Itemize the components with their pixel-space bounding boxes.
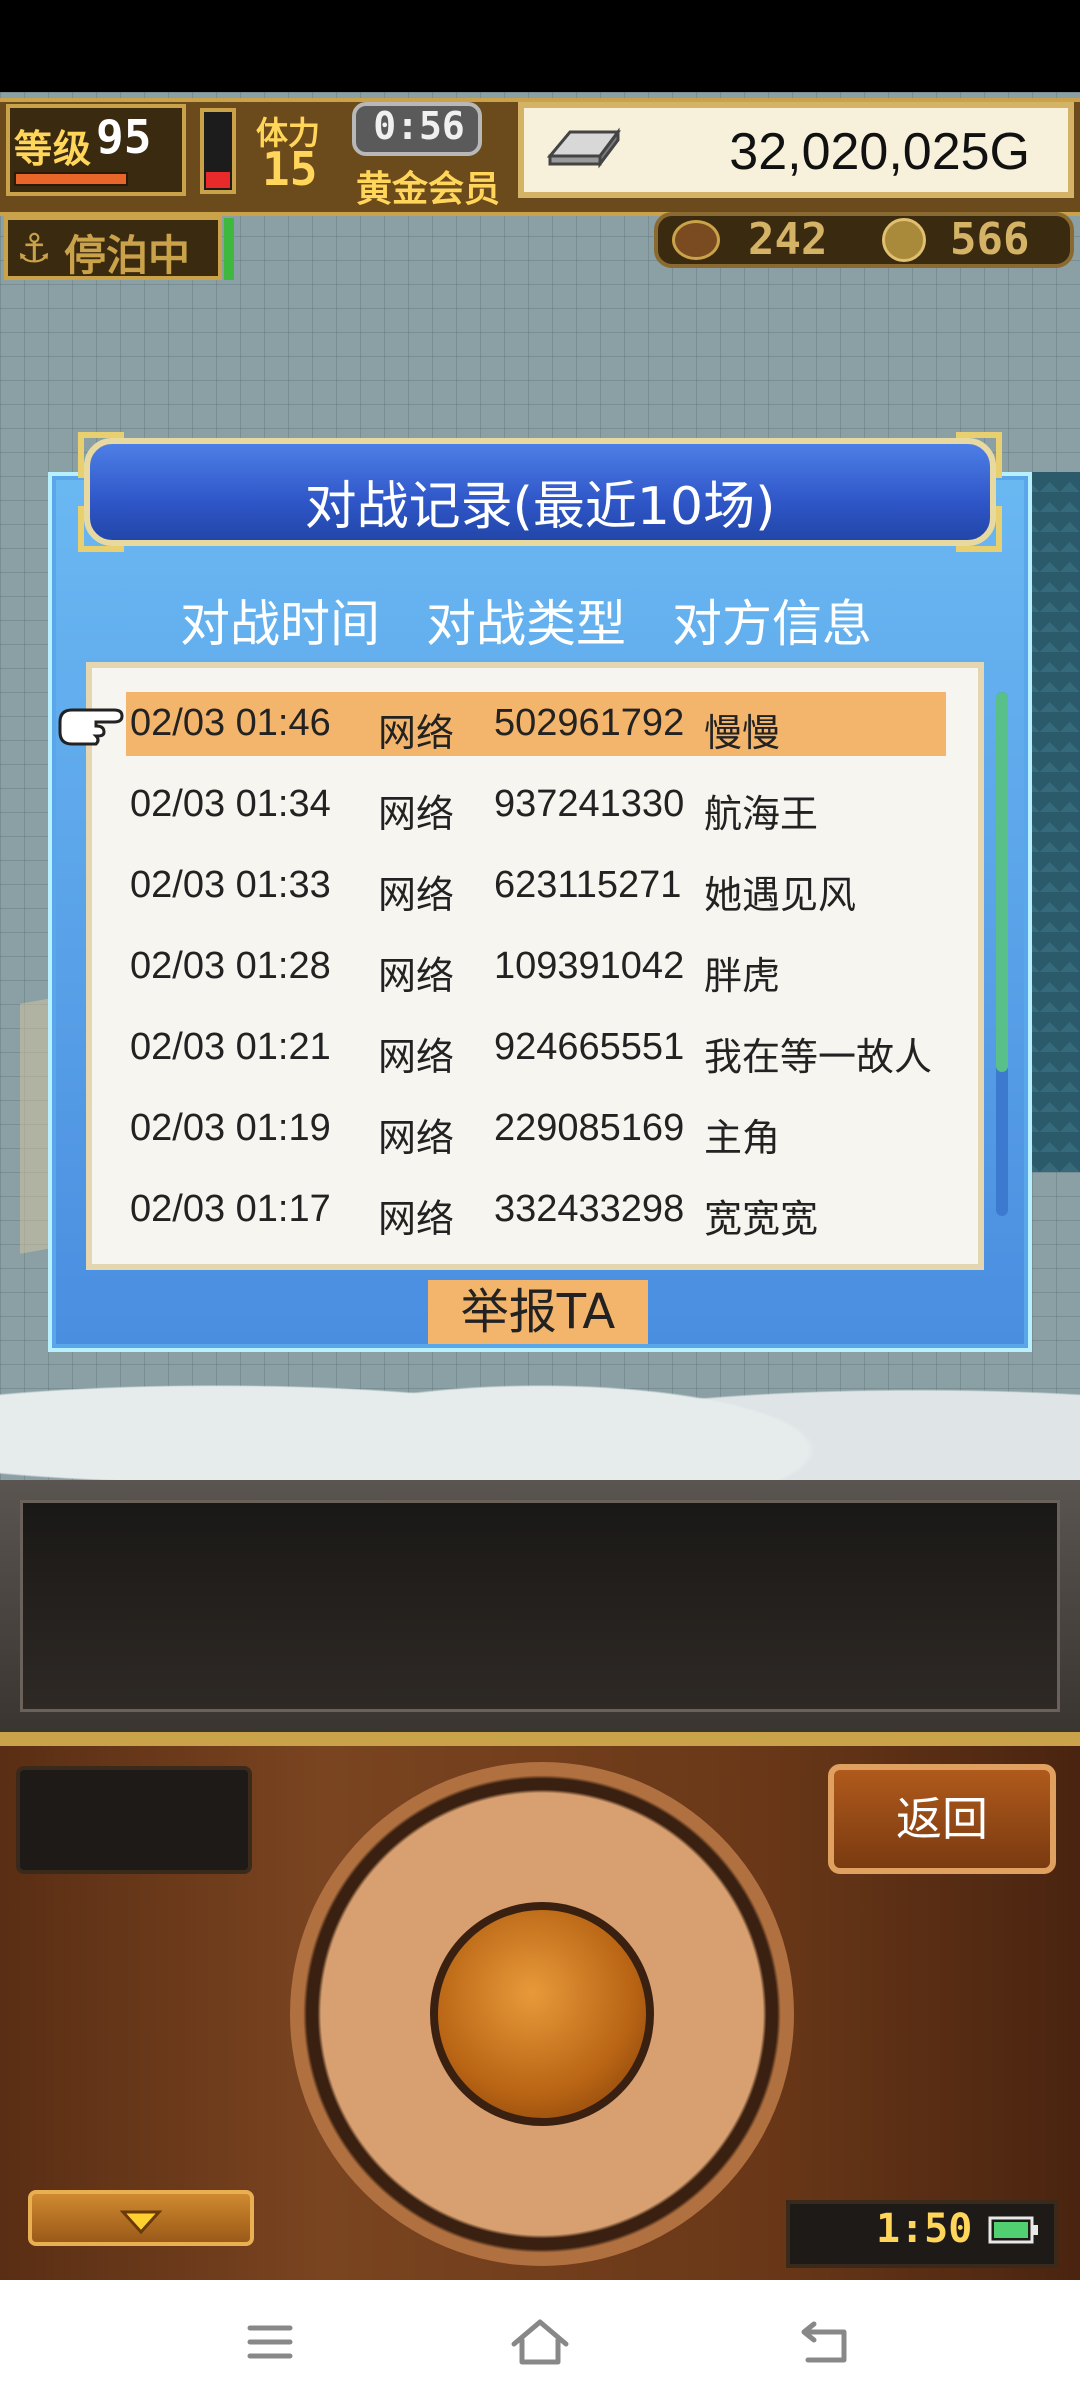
menu-toggle-button[interactable] (28, 2190, 254, 2246)
controller-border (0, 1732, 1080, 1746)
record-opponent-name: 宽宽宽 (704, 1199, 819, 1241)
level-value: 95 (96, 110, 152, 164)
stamina-fill (206, 172, 230, 188)
clock-value: 1:50 (876, 2206, 973, 2252)
record-opponent-id: 229085169 (494, 1107, 685, 1149)
record-opponent-name: 慢慢 (704, 713, 781, 755)
record-row[interactable]: 02/03 01:19 网络 229085169 主角 (126, 1097, 946, 1161)
record-time: 02/03 01:21 (130, 1026, 331, 1068)
mooring-label: 停泊中 (64, 231, 191, 280)
pointing-hand-icon (58, 708, 124, 746)
record-time: 02/03 01:28 (130, 945, 331, 987)
stamina-value: 15 (262, 142, 318, 196)
record-type: 网络 (378, 1037, 455, 1079)
record-type: 网络 (378, 794, 455, 836)
gold-amount: 32,020,025G (729, 123, 1030, 181)
record-opponent-id: 623115271 (494, 864, 682, 906)
timer-value: 0:56 (373, 104, 465, 148)
resource2-value: 566 (950, 214, 1030, 265)
silver-ingot-icon (546, 127, 621, 169)
anchor-icon: ⚓ (16, 226, 52, 272)
experience-bar (14, 172, 128, 186)
record-time: 02/03 01:19 (130, 1107, 331, 1149)
scrollbar-thumb[interactable] (996, 692, 1008, 1072)
status-indicator (224, 218, 234, 280)
record-row[interactable]: 02/03 01:21 网络 924665551 我在等一故人 (126, 1016, 946, 1080)
record-opponent-id: 502961792 (494, 702, 685, 744)
record-row[interactable]: 02/03 01:34 网络 937241330 航海王 (126, 773, 946, 837)
record-time: 02/03 01:17 (130, 1188, 331, 1230)
dpad-up-button[interactable] (482, 1790, 602, 1890)
arrow-down-icon (119, 2210, 163, 2235)
record-opponent-name: 航海王 (704, 794, 819, 836)
battery-icon (988, 2216, 1038, 2244)
column-header-opponent: 对方信息 (672, 595, 872, 653)
record-opponent-name: 主角 (704, 1118, 781, 1160)
record-opponent-id: 109391042 (494, 945, 685, 987)
record-opponent-id: 937241330 (494, 783, 685, 825)
dialog-title: 对战记录(最近10场) (304, 477, 776, 537)
resource1-value: 242 (748, 214, 828, 265)
record-time: 02/03 01:33 (130, 864, 331, 906)
record-opponent-id: 332433298 (494, 1188, 685, 1230)
back-button[interactable]: 返回 (828, 1764, 1056, 1874)
record-type: 网络 (378, 1199, 455, 1241)
menu-icon[interactable] (230, 2310, 310, 2374)
mini-screen (16, 1766, 252, 1874)
record-type: 网络 (378, 956, 455, 998)
record-type: 网络 (378, 1118, 455, 1160)
level-label: 等级 (14, 127, 93, 171)
coin-icon (882, 218, 926, 262)
confirm-button[interactable] (430, 1902, 654, 2126)
record-row[interactable]: 02/03 01:33 网络 623115271 她遇见风 (126, 854, 946, 918)
membership-badge: 黄金会员 (356, 169, 501, 210)
record-opponent-name: 胖虎 (704, 956, 781, 998)
report-button[interactable]: 举报TA (428, 1280, 648, 1344)
message-area (20, 1500, 1060, 1712)
home-icon[interactable] (500, 2310, 580, 2374)
dpad-right-button[interactable] (666, 1954, 766, 2074)
column-header-type: 对战类型 (426, 595, 626, 653)
record-opponent-name: 我在等一故人 (704, 1037, 933, 1079)
record-row[interactable]: 02/03 01:46 网络 502961792 慢慢 (126, 692, 946, 756)
dpad-down-button[interactable] (482, 2140, 602, 2240)
record-type: 网络 (378, 875, 455, 917)
back-icon[interactable] (786, 2310, 866, 2374)
record-opponent-id: 924665551 (494, 1026, 685, 1068)
barrel-icon (672, 220, 720, 260)
record-time: 02/03 01:46 (130, 702, 331, 744)
record-time: 02/03 01:34 (130, 783, 331, 825)
record-opponent-name: 她遇见风 (704, 875, 857, 917)
dpad-left-button[interactable] (318, 1954, 418, 2074)
record-row[interactable]: 02/03 01:17 网络 332433298 宽宽宽 (126, 1178, 946, 1242)
record-type: 网络 (378, 713, 455, 755)
status-bar (0, 0, 1080, 92)
column-header-time: 对战时间 (180, 595, 380, 653)
record-row[interactable]: 02/03 01:28 网络 109391042 胖虎 (126, 935, 946, 999)
